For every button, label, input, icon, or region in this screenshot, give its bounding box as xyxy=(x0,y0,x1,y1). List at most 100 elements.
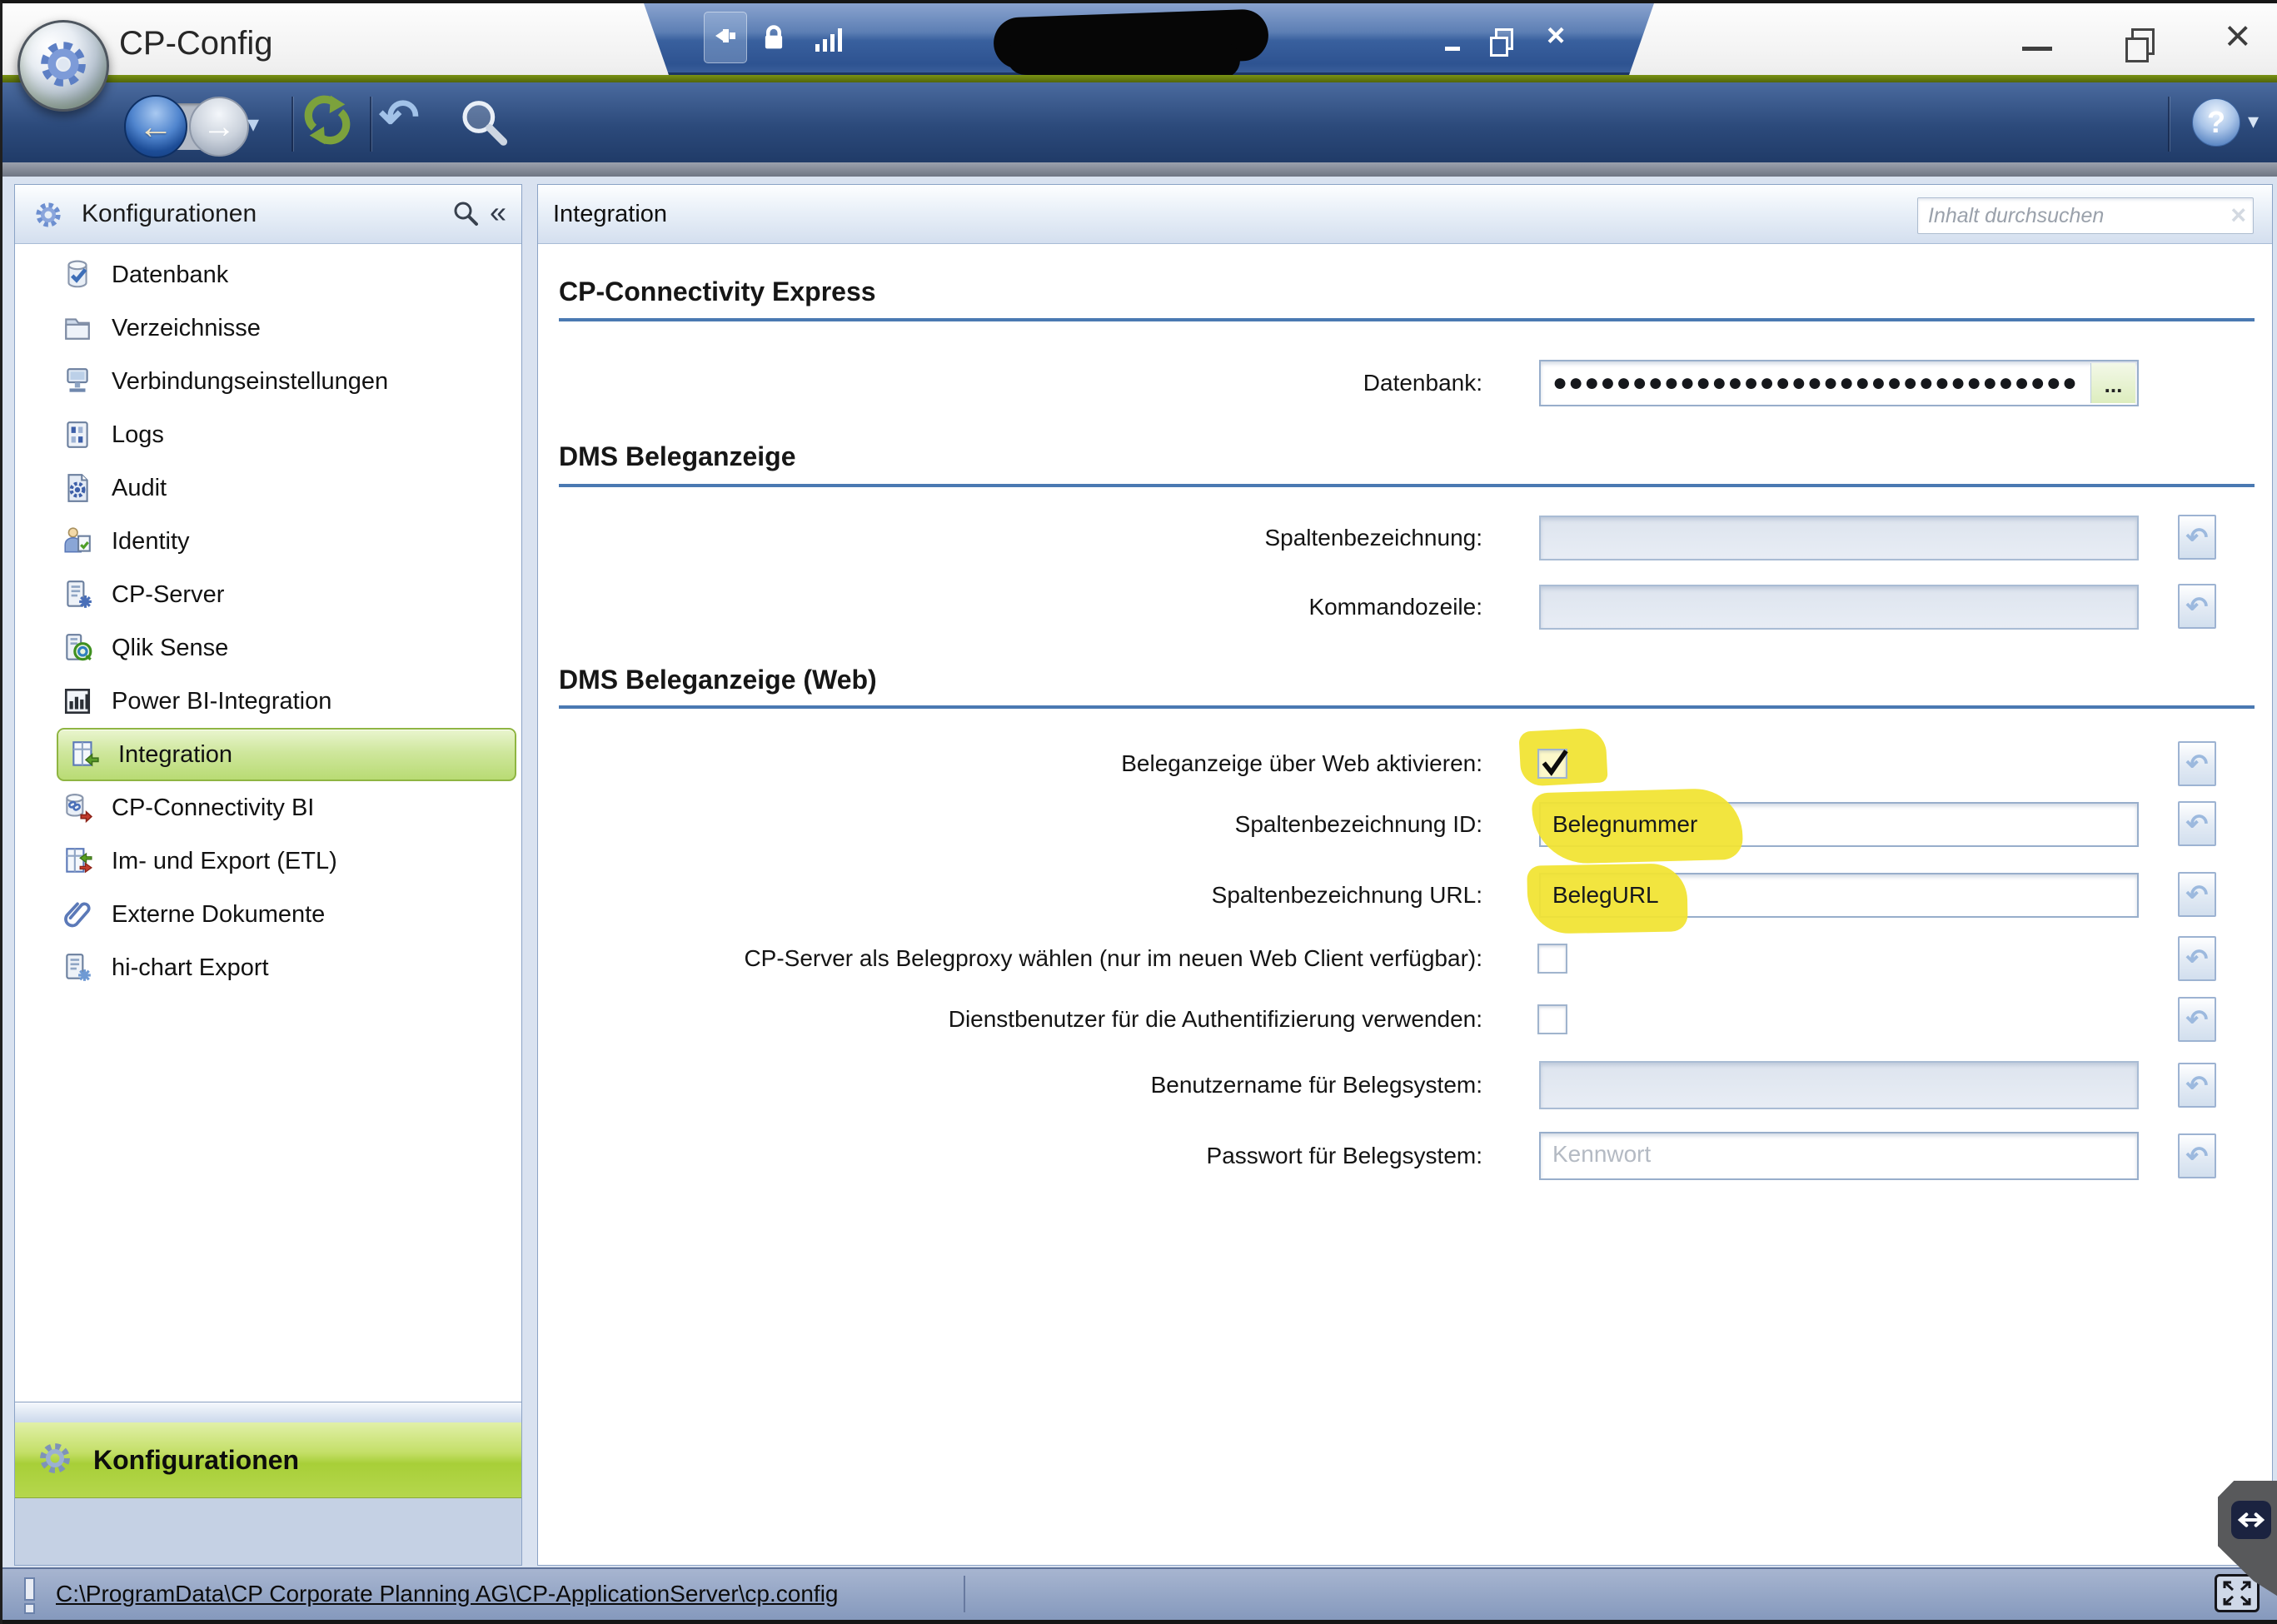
spalten-url-field[interactable]: BelegURL xyxy=(1539,873,2139,918)
section-underline xyxy=(559,705,2255,709)
sidebar-item-power-bi[interactable]: Power BI-Integration xyxy=(62,675,331,728)
lock-icon[interactable] xyxy=(760,23,787,53)
search-button[interactable] xyxy=(457,97,509,152)
benutzername-field xyxy=(1539,1061,2139,1109)
section-title: DMS Beleganzeige xyxy=(559,441,796,472)
window-close-button[interactable]: × xyxy=(2225,10,2251,62)
window-restore-button[interactable] xyxy=(2131,28,2155,55)
hichart-icon xyxy=(62,952,93,984)
reset-button[interactable]: ↶ xyxy=(2178,1063,2216,1108)
sidebar-item-im-und-export[interactable]: Im- und Export (ETL) xyxy=(62,834,337,888)
sidebar-search-icon[interactable] xyxy=(451,200,480,232)
field-label: Spaltenbezeichnung ID: xyxy=(469,808,1482,841)
banner-close-button[interactable]: × xyxy=(1547,18,1565,54)
datenbank-field[interactable]: ●●●●●●●●●●●●●●●●●●●●●●●●●●●●●●●●● ... xyxy=(1539,360,2139,406)
sidebar-item-verbindungseinstellungen[interactable]: Verbindungseinstellungen xyxy=(62,355,388,408)
reset-button[interactable]: ↶ xyxy=(2178,936,2216,981)
double-arrow-icon xyxy=(2231,1501,2271,1539)
sidebar-item-label: Integration xyxy=(118,741,232,769)
field-label: Passwort für Belegsystem: xyxy=(469,1139,1482,1173)
konfigurationen-footer-button[interactable]: Konfigurationen xyxy=(15,1422,521,1498)
footer-button-label: Konfigurationen xyxy=(93,1445,299,1476)
statusbar: C:\ProgramData\CP Corporate Planning AG\… xyxy=(2,1567,2277,1620)
reset-button[interactable]: ↶ xyxy=(2178,584,2216,629)
binary-log-icon xyxy=(62,419,93,451)
redacted-text xyxy=(1007,38,1241,79)
sidebar-item-logs[interactable]: Logs xyxy=(62,408,164,461)
integration-icon xyxy=(68,739,100,770)
sidebar-item-externe-dokumente[interactable]: Externe Dokumente xyxy=(62,888,325,941)
field-label: Dienstbenutzer für die Authentifizierung… xyxy=(469,1003,1482,1036)
sidebar-item-label: Verbindungseinstellungen xyxy=(112,368,388,396)
passwort-field[interactable]: Kennwort xyxy=(1539,1132,2139,1180)
nav-history-dropdown[interactable]: ▾ xyxy=(247,110,259,137)
field-label: Kommandozeile: xyxy=(469,590,1482,624)
sidebar-item-integration[interactable]: Integration xyxy=(57,728,516,781)
spalten-id-field[interactable]: Belegnummer xyxy=(1539,802,2139,847)
reset-button[interactable]: ↶ xyxy=(2178,801,2216,846)
banner-minimize-button[interactable] xyxy=(1445,47,1460,51)
sidebar-item-label: Identity xyxy=(112,528,190,555)
bar-chart-icon xyxy=(62,685,93,717)
reset-button[interactable]: ↶ xyxy=(2178,741,2216,786)
gear-icon xyxy=(37,1440,73,1481)
field-label: Beleganzeige über Web aktivieren: xyxy=(469,747,1482,780)
reset-button[interactable]: ↶ xyxy=(2178,997,2216,1042)
back-button[interactable]: ← xyxy=(124,95,187,158)
sidebar-item-label: Power BI-Integration xyxy=(112,688,331,715)
window-bottom-edge xyxy=(2,1620,2277,1624)
sidebar-item-cp-connectivity-bi[interactable]: CP-Connectivity BI xyxy=(62,781,314,834)
collapse-sidebar-icon[interactable]: « xyxy=(490,185,506,240)
sidebar-item-cp-server[interactable]: CP-Server xyxy=(62,568,224,621)
content-search-input[interactable]: Inhalt durchsuchen × xyxy=(1917,197,2254,234)
titlebar-banner: × xyxy=(644,3,1654,75)
identity-icon xyxy=(62,526,93,557)
sidebar-item-identity[interactable]: Identity xyxy=(62,515,190,568)
banner-restore-button[interactable] xyxy=(1495,28,1513,50)
clear-search-icon[interactable]: × xyxy=(2230,198,2246,232)
pin-icon xyxy=(713,23,738,52)
sidebar-item-label: Qlik Sense xyxy=(112,635,228,662)
window-minimize-button[interactable] xyxy=(2022,47,2052,51)
field-label: Benutzername für Belegsystem: xyxy=(469,1069,1482,1102)
belegproxy-checkbox[interactable] xyxy=(1537,944,1567,974)
dienstbenutzer-checkbox[interactable] xyxy=(1537,1004,1567,1034)
sidebar-item-hi-chart-export[interactable]: hi-chart Export xyxy=(62,941,269,994)
sidebar-splitter[interactable] xyxy=(15,1402,521,1423)
sidebar-panel: Konfigurationen « Datenbank Verzeichniss… xyxy=(14,184,522,1566)
sidebar-item-verzeichnisse[interactable]: Verzeichnisse xyxy=(62,301,261,355)
browse-button[interactable]: ... xyxy=(2090,363,2135,403)
field-value: BelegURL xyxy=(1541,874,2137,916)
sidebar-header: Konfigurationen « xyxy=(15,185,521,244)
help-button[interactable]: ? xyxy=(2192,98,2240,147)
sidebar-item-datenbank[interactable]: Datenbank xyxy=(62,248,228,301)
field-label: Datenbank: xyxy=(469,366,1482,400)
field-label: Spaltenbezeichnung URL: xyxy=(469,879,1482,912)
toolbar-separator xyxy=(291,97,293,152)
config-path-link[interactable]: C:\ProgramData\CP Corporate Planning AG\… xyxy=(56,1569,839,1619)
search-icon xyxy=(457,137,509,152)
toolbar-shadow xyxy=(2,162,2277,177)
sidebar-item-qlik-sense[interactable]: Qlik Sense xyxy=(62,621,228,675)
folder-icon xyxy=(62,312,93,344)
cp-config-window: CP-Config × × xyxy=(0,0,2277,1624)
toolbar-separator xyxy=(370,97,371,152)
help-dropdown-chevron[interactable]: ▾ xyxy=(2248,108,2259,134)
pin-button[interactable] xyxy=(704,12,747,63)
reset-button[interactable]: ↶ xyxy=(2178,872,2216,917)
sidebar-item-label: Externe Dokumente xyxy=(112,901,325,929)
sidebar-item-label: hi-chart Export xyxy=(112,954,269,982)
reset-button[interactable]: ↶ xyxy=(2178,515,2216,560)
section-underline xyxy=(559,484,2255,487)
signal-bars-icon[interactable] xyxy=(815,27,842,52)
refresh-button[interactable] xyxy=(301,93,354,151)
forward-button[interactable]: → xyxy=(189,97,249,157)
database-check-icon xyxy=(62,259,93,291)
reset-button[interactable]: ↶ xyxy=(2178,1133,2216,1178)
web-aktivieren-checkbox[interactable] xyxy=(1537,749,1567,779)
sidebar-item-audit[interactable]: Audit xyxy=(62,461,167,515)
section-underline xyxy=(559,318,2255,321)
section-title: DMS Beleganzeige (Web) xyxy=(559,665,877,695)
undo-button[interactable]: ↶ xyxy=(379,88,420,145)
sidebar-item-label: CP-Connectivity BI xyxy=(112,795,314,822)
